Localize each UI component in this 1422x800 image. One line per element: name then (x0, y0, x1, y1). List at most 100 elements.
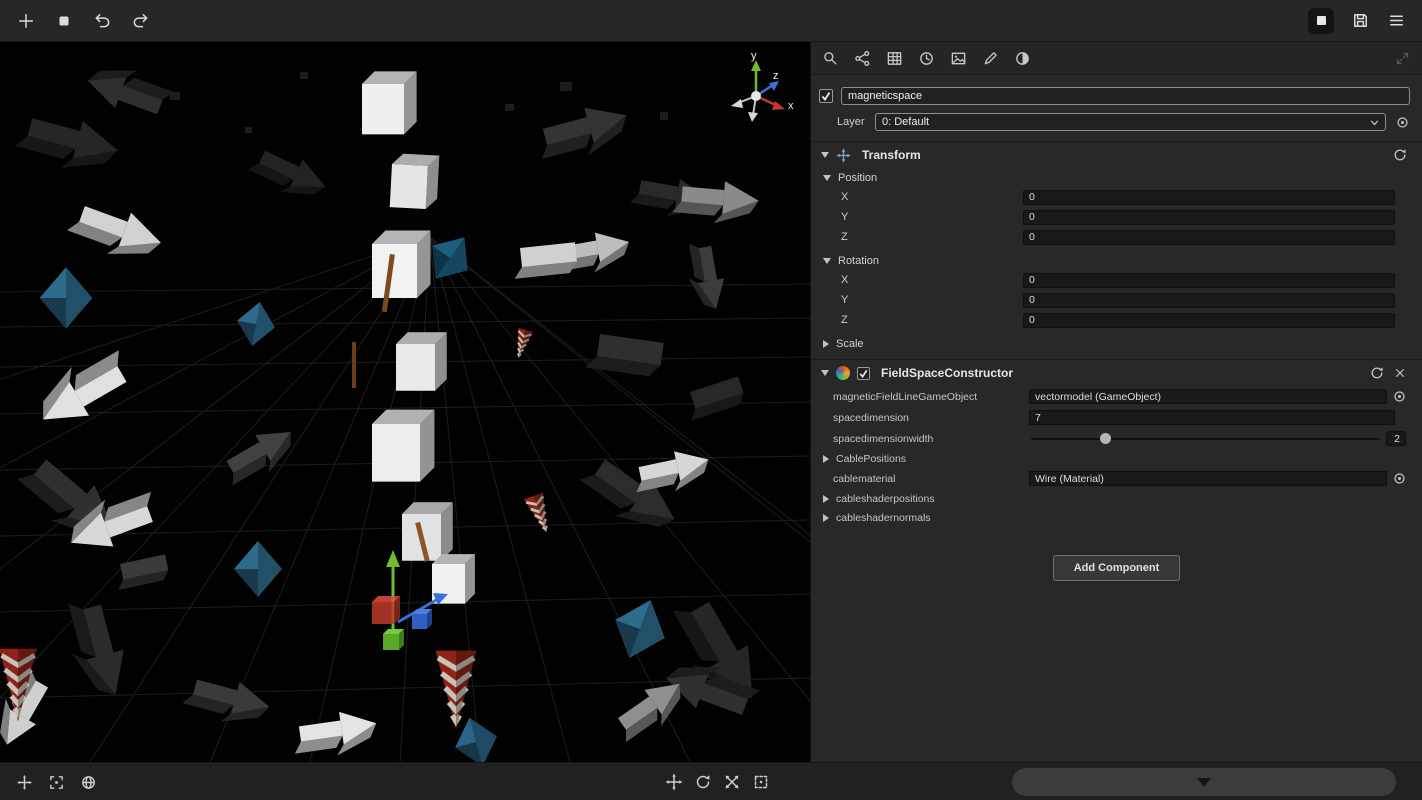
foldout-right-icon (823, 514, 829, 522)
slider-value: 2 (1394, 433, 1400, 445)
add-icon[interactable] (16, 11, 36, 31)
globe-icon[interactable] (78, 772, 98, 792)
gizmo-toggle-icon[interactable] (14, 772, 34, 792)
scale-tool-icon[interactable] (722, 772, 742, 792)
save-icon[interactable] (1350, 11, 1370, 31)
slider-handle[interactable] (1100, 433, 1111, 444)
search-icon[interactable] (821, 49, 840, 68)
rotate-tool-icon[interactable] (693, 772, 713, 792)
component-header[interactable]: FieldSpaceConstructor (811, 360, 1422, 386)
history-clock-icon[interactable] (917, 49, 936, 68)
foldout-down-icon[interactable] (821, 152, 829, 158)
transform-reset-icon[interactable] (1392, 147, 1408, 163)
axis-label-z: z (773, 70, 779, 82)
rotation-z-row: Z (811, 310, 1422, 330)
axis-label: Z (811, 231, 1023, 243)
rotation-z-input[interactable] (1023, 313, 1395, 328)
rotation-y-input[interactable] (1023, 293, 1395, 308)
position-z-input[interactable] (1023, 230, 1395, 245)
move-tool-icon[interactable] (664, 772, 684, 792)
rotation-x-row: X (811, 270, 1422, 290)
render-sphere-icon[interactable] (1013, 49, 1032, 68)
component-close-icon[interactable] (1392, 365, 1408, 381)
layer-value: 0: Default (882, 116, 1368, 128)
axis-label: X (811, 274, 1023, 286)
pen-icon[interactable] (981, 49, 1000, 68)
scene-viewport[interactable]: y z x (0, 42, 810, 762)
editor-window: y z x (0, 0, 1422, 800)
cableshaderpositions-label: cableshaderpositions (836, 493, 935, 505)
object-picker-target-icon[interactable] (1393, 390, 1406, 403)
scale-foldout[interactable]: Scale (811, 334, 1422, 353)
cableshadernormals-foldout[interactable]: cableshadernormals (811, 508, 1422, 527)
frame-selected-icon[interactable] (46, 772, 66, 792)
inspector-panel: Layer 0: Default Transform (810, 42, 1422, 762)
object-field[interactable]: vectormodel (GameObject) (1029, 389, 1387, 404)
foldout-right-icon (823, 455, 829, 463)
axis-label: Y (811, 294, 1023, 306)
object-value: Wire (Material) (1035, 473, 1104, 485)
component-enabled-checkbox[interactable] (857, 367, 870, 380)
bottom-dropdown[interactable] (1012, 768, 1396, 796)
layer-dropdown[interactable]: 0: Default (875, 113, 1386, 131)
inspector-tabbar (811, 42, 1422, 75)
magnetic-field-row: magneticFieldLineGameObject vectormodel … (811, 386, 1422, 407)
position-y-row: Y (811, 207, 1422, 227)
axis-label-y: y (751, 50, 757, 62)
orientation-gizmo[interactable]: y z x (716, 50, 800, 134)
expand-panel-icon[interactable] (1393, 49, 1412, 68)
property-label: spacedimension (811, 412, 1029, 424)
menu-icon[interactable] (1386, 11, 1406, 31)
square-tool-icon[interactable] (54, 11, 74, 31)
position-z-row: Z (811, 227, 1422, 247)
spacedimensionwidth-slider[interactable] (1029, 431, 1382, 446)
object-value: vectormodel (GameObject) (1035, 391, 1161, 403)
axis-label: Y (811, 211, 1023, 223)
active-checkbox[interactable] (819, 89, 833, 103)
add-component-button[interactable]: Add Component (1053, 555, 1181, 581)
spacedimension-input[interactable] (1029, 410, 1395, 425)
image-icon[interactable] (949, 49, 968, 68)
cableshaderpositions-foldout[interactable]: cableshaderpositions (811, 489, 1422, 508)
layer-row: Layer 0: Default (819, 113, 1410, 131)
component-reset-icon[interactable] (1369, 365, 1385, 381)
scene-render[interactable] (0, 42, 810, 762)
redo-icon[interactable] (130, 11, 150, 31)
foldout-down-icon (823, 175, 831, 181)
stop-button[interactable] (1308, 8, 1334, 34)
axis-label: Z (811, 314, 1023, 326)
cablematerial-row: cablematerial Wire (Material) (811, 468, 1422, 489)
foldout-right-icon (823, 340, 829, 348)
stop-icon (1317, 16, 1326, 25)
transform-header[interactable]: Transform (811, 142, 1422, 168)
object-field[interactable]: Wire (Material) (1029, 471, 1387, 486)
property-label: cablematerial (811, 473, 1029, 485)
cablepositions-foldout[interactable]: CablePositions (811, 449, 1422, 468)
gameobject-name-row (819, 87, 1410, 105)
name-input[interactable] (841, 87, 1410, 105)
table-icon[interactable] (885, 49, 904, 68)
position-x-input[interactable] (1023, 190, 1395, 205)
rotation-x-input[interactable] (1023, 273, 1395, 288)
spacedimension-row: spacedimension (811, 407, 1422, 428)
rotation-y-row: Y (811, 290, 1422, 310)
axis-label-x: x (788, 100, 794, 112)
foldout-down-icon[interactable] (821, 370, 829, 376)
position-y-input[interactable] (1023, 210, 1395, 225)
slider-value-field[interactable]: 2 (1386, 431, 1406, 446)
slider-track (1031, 438, 1380, 440)
cablepositions-label: CablePositions (836, 453, 906, 465)
hierarchy-icon[interactable] (853, 49, 872, 68)
property-label: magneticFieldLineGameObject (811, 391, 1029, 403)
bottom-toolbar (0, 762, 1422, 800)
object-picker-target-icon[interactable] (1393, 472, 1406, 485)
layer-target-icon[interactable] (1394, 114, 1410, 130)
rotation-foldout[interactable]: Rotation (811, 251, 1422, 270)
foldout-right-icon (823, 495, 829, 503)
dropdown-arrow-icon (1197, 778, 1211, 787)
undo-icon[interactable] (92, 11, 112, 31)
chevron-down-icon (1368, 116, 1381, 129)
foldout-down-icon (823, 258, 831, 264)
position-foldout[interactable]: Position (811, 168, 1422, 187)
rect-tool-icon[interactable] (751, 772, 771, 792)
